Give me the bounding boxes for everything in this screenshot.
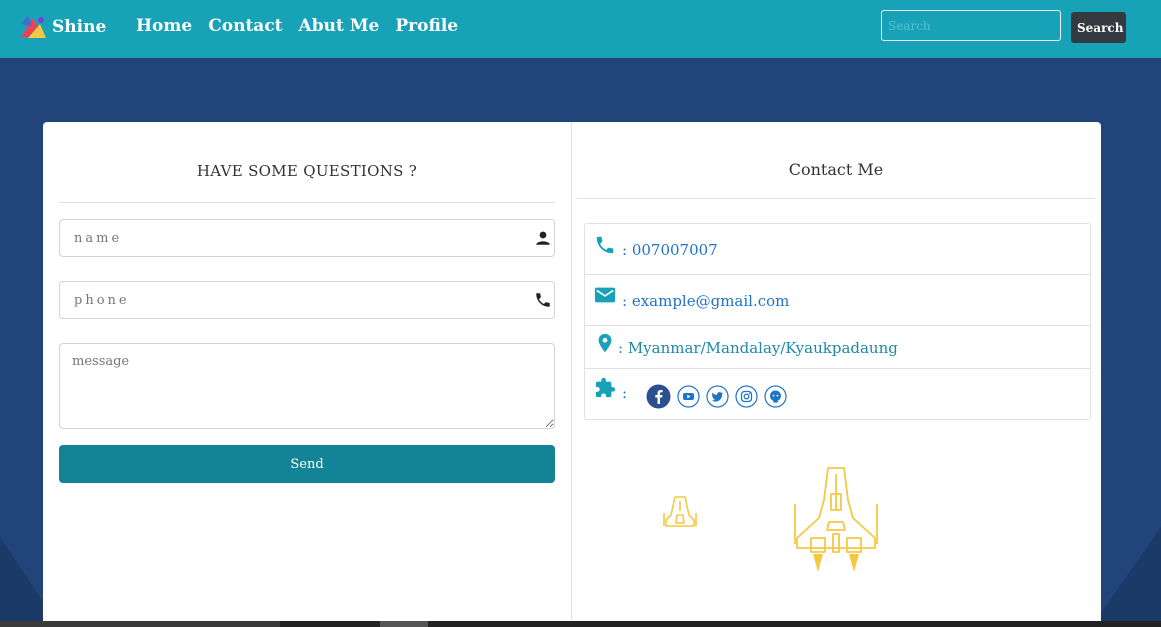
youtube-icon[interactable] [677,385,700,408]
brand-name: Shine [52,17,107,37]
contact-phone-item: : 007007007 [585,224,1090,275]
small-rocket-icon [663,496,697,527]
nav-links: Home Contact Abut Me Profile [136,16,458,36]
puzzle-icon [595,377,616,398]
contact-email-text[interactable]: : example@gmail.com [622,292,789,310]
send-button[interactable]: Send [59,445,555,483]
phone-field [59,281,555,319]
brand-logo-icon [21,16,46,38]
phone-icon [536,293,550,307]
facebook-icon[interactable] [646,384,671,409]
form-divider [59,202,555,203]
contact-address-item: : Myanmar/Mandalay/Kyaukpadaung [585,326,1090,369]
phone-input[interactable] [72,282,516,318]
nav-link-profile[interactable]: Profile [395,16,458,36]
contact-title: Contact Me [788,160,884,179]
brand[interactable]: Shine [18,12,106,42]
search-button[interactable]: Search [1071,12,1126,43]
message-textarea[interactable] [59,343,555,429]
instagram-icon[interactable] [735,385,758,408]
nav-link-about[interactable]: Abut Me [299,16,380,36]
github-icon[interactable] [764,385,787,408]
form-title: HAVE SOME QUESTIONS ? [196,162,418,180]
content-card: HAVE SOME QUESTIONS ? Send Contact Me : … [43,122,1101,627]
location-pin-icon [598,333,612,353]
contact-phone-text[interactable]: : 007007007 [622,241,718,259]
nav-link-contact[interactable]: Contact [208,16,282,36]
nav-link-home[interactable]: Home [136,16,192,36]
contact-address-text[interactable]: : Myanmar/Mandalay/Kyaukpadaung [618,339,898,357]
contact-divider [577,198,1095,199]
person-icon [536,231,550,245]
contact-list: : 007007007 : example@gmail.com : Myanma… [584,223,1091,420]
twitter-icon[interactable] [706,385,729,408]
background-shape-right [1091,527,1161,627]
column-divider [571,122,572,627]
large-rocket-icon [794,467,878,572]
name-input[interactable] [72,220,516,256]
navbar: Shine Home Contact Abut Me Profile Searc… [0,0,1161,58]
contact-email-item: : example@gmail.com [585,275,1090,326]
name-field [59,219,555,257]
bottom-bar [0,621,1161,627]
contact-social-item: : [585,369,1090,419]
phone-icon [596,236,614,254]
search-input[interactable] [881,10,1061,41]
social-icons [646,384,787,409]
social-colon: : [622,384,628,402]
mail-icon [594,287,616,303]
